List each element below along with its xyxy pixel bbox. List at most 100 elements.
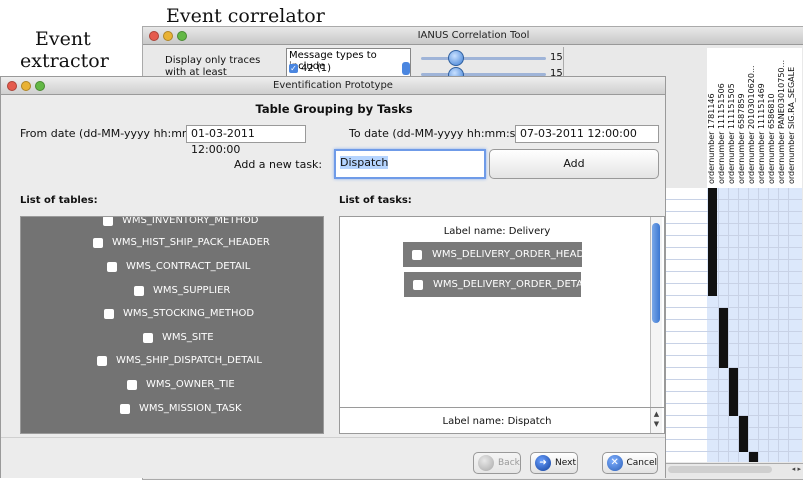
table-name: WMS_HIST_SHIP_PACK_HEADER [112,237,270,248]
trace-cell [708,188,717,296]
table-list-item[interactable]: WMS_SHIP_DISPATCH_DETAIL [97,355,262,366]
table-name: WMS_SHIP_DISPATCH_DETAIL [116,355,262,366]
task-panel-dispatch[interactable]: Label name: Dispatch ▲ ▼ [339,407,665,434]
zoom-window-icon[interactable] [177,31,187,41]
trace-cell [749,452,758,462]
table-name: WMS_INVENTORY_METHOD [122,216,259,226]
eventification-window: Eventification Prototype Table Grouping … [0,76,666,478]
checkbox-icon[interactable] [412,249,422,260]
eventification-titlebar: Eventification Prototype [1,77,665,95]
next-button[interactable]: ➜ Next [530,452,578,474]
scroll-down-arrow-icon[interactable]: ▼ [651,420,662,429]
trace-grid-header: ordernumber 1781146 ordernumber 11115150… [707,48,802,188]
tasks-scrollbar[interactable] [650,217,662,407]
task-table-name: WMS_DELIVERY_ORDER_DETAIL [433,279,592,290]
slider-1-value: 15 [550,52,563,63]
hscroll-thumb[interactable] [668,466,772,473]
table-list-item[interactable]: WMS_OWNER_TIE [127,379,235,390]
slider-1-track[interactable] [421,57,546,60]
scroll-up-arrow-icon[interactable]: ▲ [651,410,662,419]
next-button-label: Next [555,458,576,468]
back-arrow-icon [478,455,494,471]
close-window-icon[interactable] [149,31,159,41]
table-name: WMS_MISSION_TASK [139,403,242,414]
table-name: WMS_STOCKING_METHOD [123,308,255,319]
task-label-dispatch: Label name: Dispatch [442,416,552,427]
correlation-tool-title: IANUS Correlation Tool [417,30,530,41]
table-list-item[interactable]: WMS_CONTRACT_DETAIL [107,261,250,272]
trace-cell [729,368,738,416]
checkbox-icon[interactable] [103,217,113,226]
cancel-x-icon: ✕ [607,455,623,471]
back-button[interactable]: Back [473,452,521,474]
checkbox-icon[interactable] [413,279,423,290]
checkbox-icon[interactable] [104,308,114,319]
message-type-item[interactable]: ✓ 42 (1) [289,63,331,74]
message-type-item-label: 42 (1) [301,63,332,74]
add-task-label: Add a new task: [234,158,323,171]
table-list-item[interactable]: WMS_MISSION_TASK [120,403,242,414]
tasks-list-header: List of tasks: [339,195,412,206]
table-name: WMS_CONTRACT_DETAIL [126,261,251,272]
window-title: Eventification Prototype [273,80,393,91]
new-task-value: Dispatch [340,156,389,169]
slider-1-knob[interactable] [448,50,464,66]
task-table-item[interactable]: WMS_DELIVERY_ORDER_DETAIL [404,272,591,297]
from-date-label: From date (dd-MM-yyyy hh:mm:ss) [20,127,213,140]
checkbox-icon[interactable] [93,237,103,248]
hscroll-arrows-icon[interactable]: ◂ ▸ [792,465,801,473]
tasks-list[interactable]: Label name: Delivery WMS_DELIVERY_ORDER_… [339,216,665,408]
dispatch-scrollbar[interactable]: ▲ ▼ [650,408,662,433]
checkbox-icon[interactable] [107,261,117,272]
column-label: ordernumber SIG.RA_SEGALE [787,66,796,184]
checkbox-icon[interactable] [127,379,137,390]
checkbox-icon[interactable] [134,285,144,296]
to-date-field[interactable]: 07-03-2011 12:00:00 [515,125,659,143]
from-date-field[interactable]: 01-03-2011 12:00:00 [186,125,306,156]
checkbox-icon[interactable] [97,355,107,366]
task-table-name: WMS_DELIVERY_ORDER_HEADER [432,249,598,260]
checked-checkbox-icon[interactable]: ✓ [289,64,298,73]
correlation-tool-titlebar: IANUS Correlation Tool [143,27,803,45]
trace-cell [739,416,748,452]
task-table-item[interactable]: WMS_DELIVERY_ORDER_HEADER [403,242,597,267]
checkbox-icon[interactable] [143,332,153,343]
trace-grid-hscrollbar[interactable]: ◂ ▸ [666,463,803,477]
table-name: WMS_OWNER_TIE [146,379,235,390]
table-name: WMS_SITE [162,332,214,343]
add-task-button[interactable]: Add [489,149,659,179]
tables-scrollbar[interactable]: ▲ ▼ [323,217,324,433]
message-types-scroll-thumb[interactable] [402,62,410,75]
tables-list[interactable]: WMS_INVENTORY_METHOD WMS_HIST_SHIP_PACK_… [20,216,324,434]
trace-cell [719,308,728,368]
back-button-label: Back [498,458,520,468]
tasks-scroll-thumb[interactable] [652,223,660,323]
table-list-item[interactable]: WMS_STOCKING_METHOD [104,308,254,319]
table-list-item[interactable]: WMS_SUPPLIER [134,285,230,296]
cancel-button-label: Cancel [626,458,658,468]
cancel-button[interactable]: ✕ Cancel [602,452,658,474]
minimize-window-icon[interactable] [21,81,31,91]
page-heading: Table Grouping by Tasks [255,102,413,116]
checkbox-icon[interactable] [120,403,130,414]
caption-event-extractor-line1: Event [35,28,91,50]
caption-event-extractor-line2: extractor [20,50,109,72]
zoom-window-icon[interactable] [35,81,45,91]
to-date-label: To date (dd-MM-yyyy hh:mm:ss) [349,127,526,140]
close-window-icon[interactable] [7,81,17,91]
tables-list-header: List of tables: [20,195,98,206]
table-list-item[interactable]: WMS_INVENTORY_METHOD [103,216,259,226]
table-list-item[interactable]: WMS_SITE [143,332,214,343]
minimize-window-icon[interactable] [163,31,173,41]
task-label-delivery: Label name: Delivery [443,226,551,237]
trace-grid [666,188,802,462]
new-task-input[interactable]: Dispatch [334,149,486,179]
wizard-button-bar: Back ➜ Next ✕ Cancel [1,437,665,478]
caption-event-correlator: Event correlator [166,5,325,27]
next-arrow-icon: ➜ [535,455,551,471]
table-name: WMS_SUPPLIER [153,285,231,296]
panel-splitter[interactable] [563,47,570,77]
table-list-item[interactable]: WMS_HIST_SHIP_PACK_HEADER [93,237,270,248]
display-traces-label-1: Display only traces [165,55,261,66]
message-types-box: Message types to include ✓ 42 (1) [286,48,411,78]
